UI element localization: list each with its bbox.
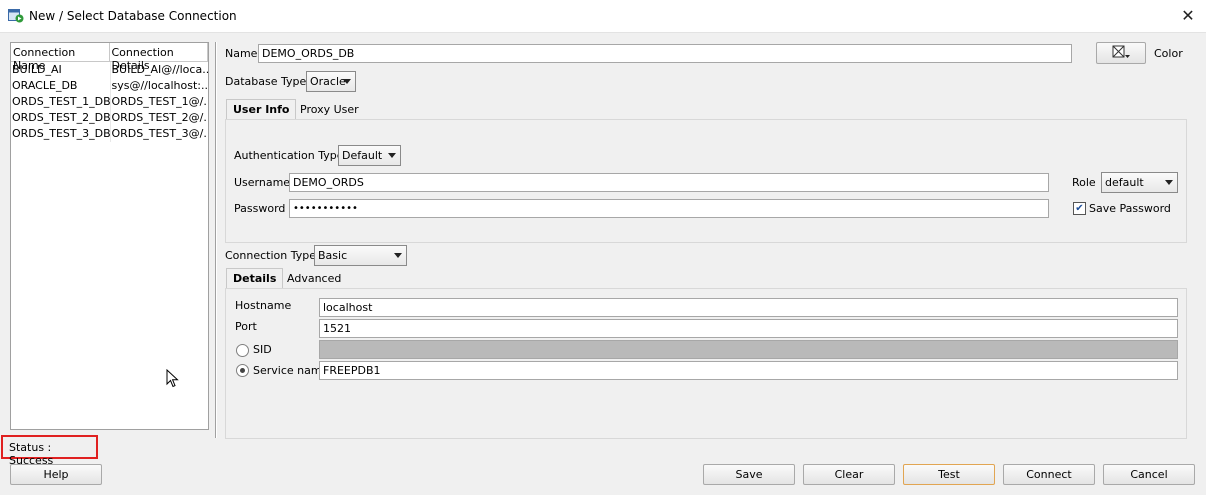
tab-user-info[interactable]: User Info [226,99,297,120]
connection-row[interactable]: BUILD_AI BUILD_AI@//loca... [11,62,208,78]
tab-advanced[interactable]: Advanced [281,268,347,289]
connection-row[interactable]: ORDS_TEST_1_DB ORDS_TEST_1@/... [11,94,208,110]
connection-details: ORDS_TEST_1@/... [109,94,208,110]
hostname-input[interactable]: localhost [319,298,1178,317]
database-app-icon [8,9,24,23]
connection-name: ORDS_TEST_3_DB [12,127,110,140]
role-label: Role [1072,176,1096,189]
connection-row[interactable]: ORDS_TEST_2_DB ORDS_TEST_2@/... [11,110,208,126]
color-picker-button[interactable] [1096,42,1146,64]
username-input[interactable]: DEMO_ORDS [289,173,1049,192]
name-input[interactable]: DEMO_ORDS_DB [258,44,1072,63]
color-label: Color [1154,47,1183,60]
connection-name: ORDS_TEST_2_DB [12,111,110,124]
password-label: Password [234,202,286,215]
chevron-down-icon [394,253,402,258]
connection-row[interactable]: ORDS_TEST_3_DB ORDS_TEST_3@/... [11,126,208,142]
sid-input [319,340,1178,359]
save-password-label: Save Password [1089,202,1171,215]
connection-details: ORDS_TEST_2@/... [109,110,208,126]
port-input[interactable]: 1521 [319,319,1178,338]
cancel-button[interactable]: Cancel [1103,464,1195,485]
password-input[interactable]: ••••••••••• [289,199,1049,218]
connection-list-header: Connection Name Connection Details [11,43,208,72]
authentication-type-label: Authentication Type [234,149,344,162]
authentication-type-select[interactable]: Default [338,145,401,166]
window-title: New / Select Database Connection [29,9,237,23]
save-button[interactable]: Save [703,464,795,485]
tab-proxy-user[interactable]: Proxy User [294,99,365,120]
connection-row[interactable]: ORACLE_DB sys@//localhost:... [11,78,208,94]
close-icon[interactable]: ✕ [1180,6,1196,26]
connection-name: ORACLE_DB [12,79,78,92]
sid-label: SID [253,343,272,356]
connection-details: sys@//localhost:... [109,78,208,94]
authentication-type-value: Default [342,149,383,162]
chevron-down-icon [1165,180,1173,185]
chevron-down-icon [388,153,396,158]
column-header-connection-details[interactable]: Connection Details [110,43,208,72]
test-button[interactable]: Test [903,464,995,485]
connection-type-value: Basic [318,249,348,262]
role-select[interactable]: default [1101,172,1178,193]
connection-details: ORDS_TEST_3@/... [109,126,208,142]
database-type-label: Database Type [225,75,307,88]
port-label: Port [235,320,257,333]
sid-radio[interactable] [236,344,249,357]
connection-name: ORDS_TEST_1_DB [12,95,110,108]
connect-button[interactable]: Connect [1003,464,1095,485]
name-label: Name [225,47,258,60]
role-value: default [1105,176,1144,189]
connection-type-label: Connection Type [225,249,317,262]
service-name-label: Service name [253,364,329,377]
service-name-input[interactable]: FREEPDB1 [319,361,1178,380]
chevron-down-icon [343,79,351,84]
clear-button[interactable]: Clear [803,464,895,485]
status-text: Status : Success [1,435,98,467]
username-label: Username [234,176,291,189]
save-password-checkbox[interactable]: ✔ [1073,202,1086,215]
connection-name: BUILD_AI [12,63,62,76]
service-name-radio[interactable] [236,364,249,377]
database-type-value: Oracle [310,75,346,88]
column-header-connection-name[interactable]: Connection Name [11,43,110,72]
panel-divider[interactable] [215,42,217,438]
mouse-cursor-icon [166,368,180,392]
connection-details: BUILD_AI@//loca... [109,62,208,78]
hostname-label: Hostname [235,299,292,312]
connection-type-select[interactable]: Basic [314,245,407,266]
database-type-select[interactable]: Oracle [306,71,356,92]
tab-details[interactable]: Details [226,268,284,289]
help-button[interactable]: Help [10,464,102,485]
